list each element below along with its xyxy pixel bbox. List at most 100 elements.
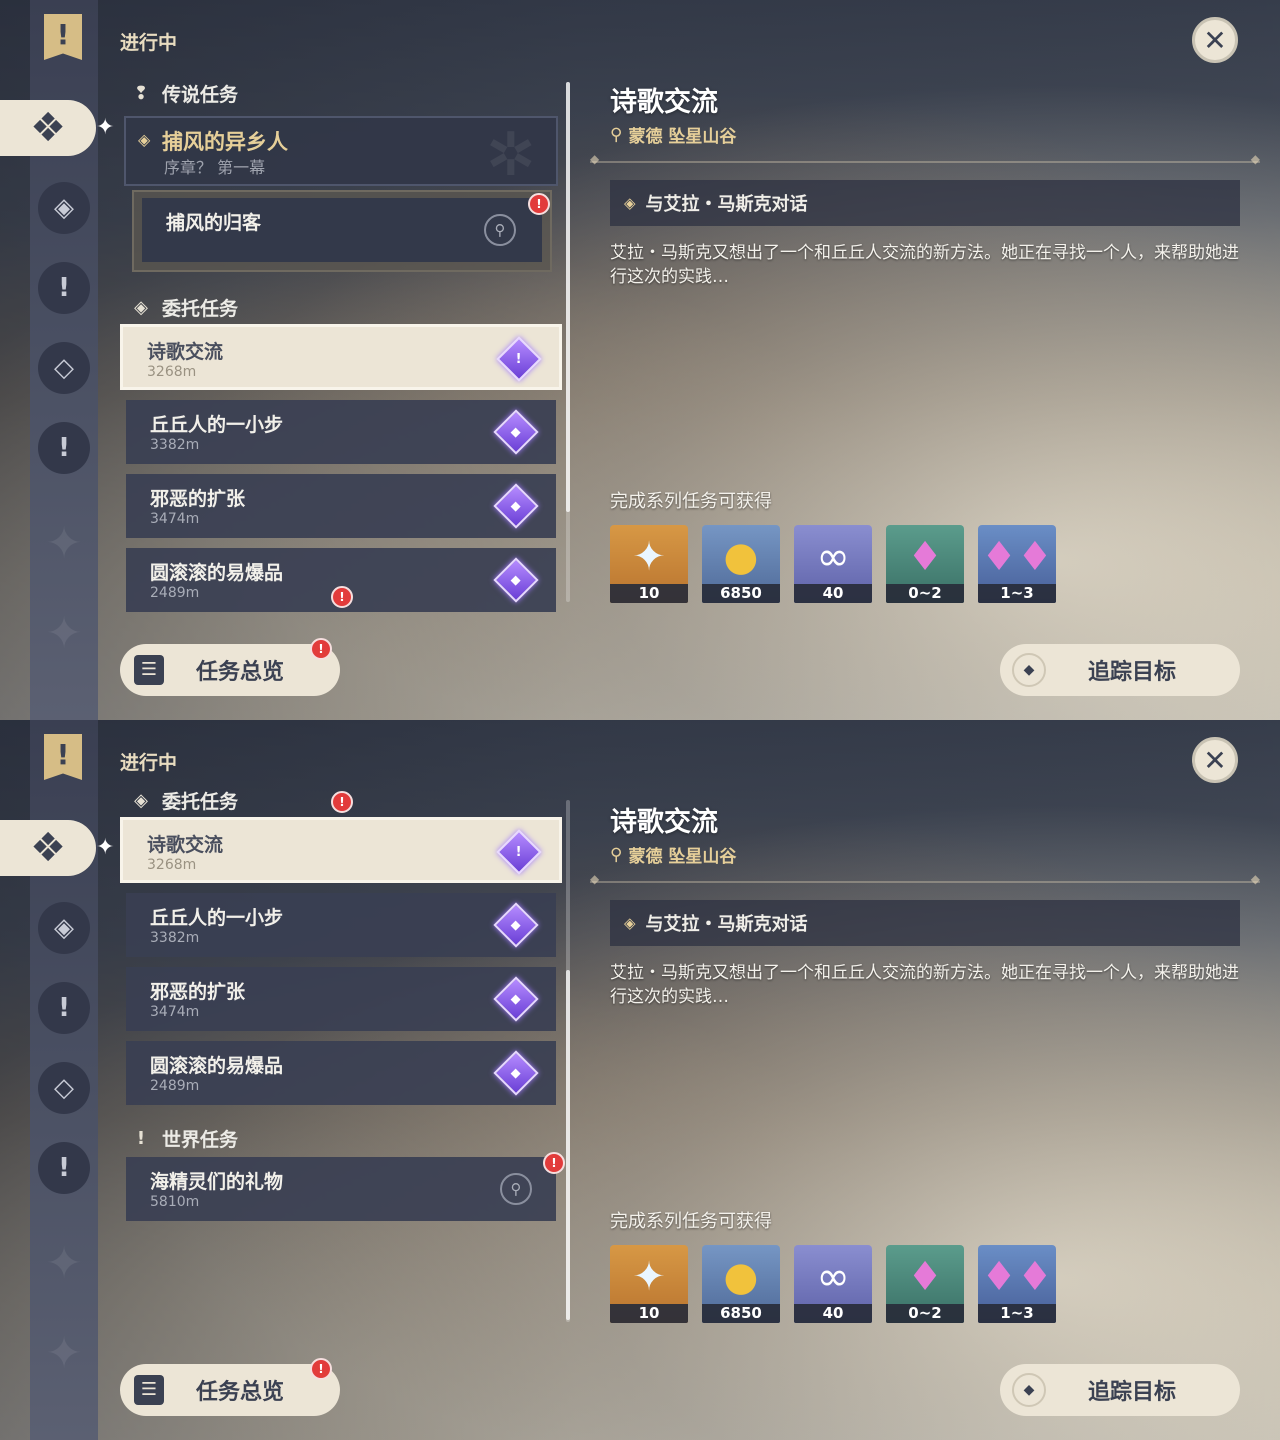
rail-tab-commission-icon[interactable]: ❖: [0, 820, 96, 876]
list-scrollbar[interactable]: [566, 82, 570, 602]
subquest-inner: 捕风的归客 ⚲: [142, 198, 542, 262]
button-label: 追踪目标: [1088, 660, 1177, 685]
quest-detail-title: 诗歌交流: [610, 87, 718, 118]
rail-tab-world-icon[interactable]: !: [38, 1142, 90, 1194]
crystal-green-icon: ♦: [907, 534, 943, 580]
reward-mora[interactable]: ● 6850: [702, 1245, 780, 1323]
rewards-title: 完成系列任务可获得: [610, 1211, 772, 1232]
rail-ornament-icon: ✦: [45, 1328, 83, 1379]
location-text: 蒙德 坠星山谷: [628, 847, 737, 867]
scrollbar-thumb[interactable]: [566, 82, 570, 512]
quest-item[interactable]: 丘丘人的一小步 3382m ◆: [126, 893, 556, 957]
rail-tab-story-icon[interactable]: !: [38, 982, 90, 1034]
reward-qty: 40: [794, 1304, 872, 1323]
quest-name: 诗歌交流: [147, 341, 224, 363]
quest-item-selected[interactable]: 诗歌交流 3268m !: [120, 324, 562, 390]
close-button[interactable]: ✕: [1192, 737, 1238, 783]
rail-tab-archon-icon[interactable]: ◈: [38, 182, 90, 234]
wind-emblem-icon: ✲: [485, 120, 536, 190]
quest-location: ⚲ 蒙德 坠星山谷: [610, 122, 736, 148]
quest-name: 海精灵们的礼物: [150, 1171, 284, 1193]
quest-detail-title: 诗歌交流: [610, 807, 718, 838]
primogem-icon: ✦: [632, 534, 666, 580]
quest-item[interactable]: 丘丘人的一小步 3382m ◆: [126, 400, 556, 464]
world-category-icon: !: [136, 1128, 146, 1149]
reward-crystal-blue[interactable]: ♦♦ 1~3: [978, 525, 1056, 603]
reward-qty: 40: [794, 584, 872, 603]
quest-item-selected[interactable]: 诗歌交流 3268m !: [120, 817, 562, 883]
reward-mora[interactable]: ● 6850: [702, 525, 780, 603]
quest-distance: 2489m: [150, 585, 200, 601]
commission-category-icon: ◈: [134, 790, 148, 811]
adventure-exp-icon: ∞: [816, 534, 850, 580]
reward-crystal-green[interactable]: ♦ 0~2: [886, 525, 964, 603]
overview-book-icon: ☰: [134, 655, 164, 685]
quest-distance: 2489m: [150, 1078, 200, 1094]
notification-badge: !: [310, 1358, 332, 1380]
rail-ornament-icon: ✦: [45, 518, 83, 569]
track-target-button[interactable]: ◆ 追踪目标: [1000, 644, 1240, 696]
objective-bar: ◈ 与艾拉・马斯克对话: [610, 180, 1240, 226]
category-label: 传说任务: [162, 84, 239, 106]
quest-item[interactable]: 圆滚滚的易爆品 2489m ◆: [126, 1041, 556, 1105]
legend-subquest-card[interactable]: 捕风的归客 ⚲: [132, 190, 552, 272]
track-target-button[interactable]: ◆ 追踪目标: [1000, 1364, 1240, 1416]
quest-distance: 3268m: [147, 857, 197, 873]
quest-name: 捕风的异乡人: [162, 130, 288, 154]
rail-tab-archon-icon[interactable]: ◈: [38, 902, 90, 954]
commission-quest-icon: !: [496, 336, 542, 382]
quest-item[interactable]: 邪恶的扩张 3474m ◆: [126, 474, 556, 538]
list-scrollbar[interactable]: [566, 800, 570, 1322]
commission-quest-icon: ◆: [493, 483, 539, 529]
quest-subtitle: 序章？ 第一幕: [164, 158, 266, 177]
reward-qty: 6850: [702, 1304, 780, 1323]
quest-location: ⚲ 蒙德 坠星山谷: [610, 842, 737, 868]
crystal-green-icon: ♦: [907, 1254, 943, 1300]
legend-quest-card[interactable]: ◈ ✲ 捕风的异乡人 序章？ 第一幕: [124, 116, 558, 190]
category-label: 委托任务: [162, 791, 239, 813]
reward-qty: 10: [610, 1304, 688, 1323]
reward-qty: 10: [610, 584, 688, 603]
objective-diamond-icon: ◈: [624, 194, 636, 212]
objective-text: 与艾拉・马斯克对话: [645, 194, 808, 215]
commission-quest-icon: ◆: [493, 902, 539, 948]
quest-name: 诗歌交流: [147, 834, 224, 856]
commission-quest-icon: ◆: [493, 557, 539, 603]
notification-badge: !: [331, 791, 353, 813]
location-pin-icon: ⚲: [610, 844, 623, 865]
world-quest-item[interactable]: 海精灵们的礼物 5810m ⚲: [126, 1157, 556, 1221]
quest-name: 圆滚滚的易爆品: [150, 1055, 284, 1077]
rewards-title: 完成系列任务可获得: [610, 491, 772, 512]
quest-distance: 3474m: [150, 1004, 200, 1020]
quest-panel-bottom: ✦ ✦ ! ❖ ✦ ◈ ! ◇ ! 进行中 ◈ 委托任务 ! 诗歌交流 3268…: [0, 720, 1280, 1440]
rail-tab-story-icon[interactable]: !: [38, 262, 90, 314]
selected-spark-icon: ✦: [96, 835, 115, 860]
category-label: 世界任务: [162, 1129, 239, 1151]
notification-badge: !: [310, 638, 332, 660]
commission-quest-icon: ◆: [493, 976, 539, 1022]
rail-tab-commission-icon[interactable]: ❖: [0, 100, 96, 156]
reward-adventure-exp[interactable]: ∞ 40: [794, 1245, 872, 1323]
reward-crystal-green[interactable]: ♦ 0~2: [886, 1245, 964, 1323]
rail-tab-event-icon[interactable]: ◇: [38, 342, 90, 394]
quest-banner-icon: !: [44, 14, 82, 60]
scrollbar-thumb[interactable]: [566, 970, 570, 1320]
reward-adventure-exp[interactable]: ∞ 40: [794, 525, 872, 603]
quest-item[interactable]: 邪恶的扩张 3474m ◆: [126, 967, 556, 1031]
reward-primogem[interactable]: ✦ 10: [610, 1245, 688, 1323]
quest-distance: 3382m: [150, 437, 200, 453]
quest-overview-button[interactable]: ☰ 任务总览: [120, 644, 340, 696]
quest-name: 圆滚滚的易爆品: [150, 562, 284, 584]
category-commission: ◈ 委托任务: [130, 294, 238, 321]
overview-book-icon: ☰: [134, 1375, 164, 1405]
rail-tab-world-icon[interactable]: !: [38, 422, 90, 474]
reward-crystal-blue[interactable]: ♦♦ 1~3: [978, 1245, 1056, 1323]
close-icon: ✕: [1203, 743, 1227, 777]
category-label: 委托任务: [162, 298, 239, 320]
reward-primogem[interactable]: ✦ 10: [610, 525, 688, 603]
section-title: 进行中: [120, 752, 178, 774]
notification-badge: !: [543, 1152, 565, 1174]
quest-overview-button[interactable]: ☰ 任务总览: [120, 1364, 340, 1416]
close-button[interactable]: ✕: [1192, 17, 1238, 63]
rail-tab-event-icon[interactable]: ◇: [38, 1062, 90, 1114]
